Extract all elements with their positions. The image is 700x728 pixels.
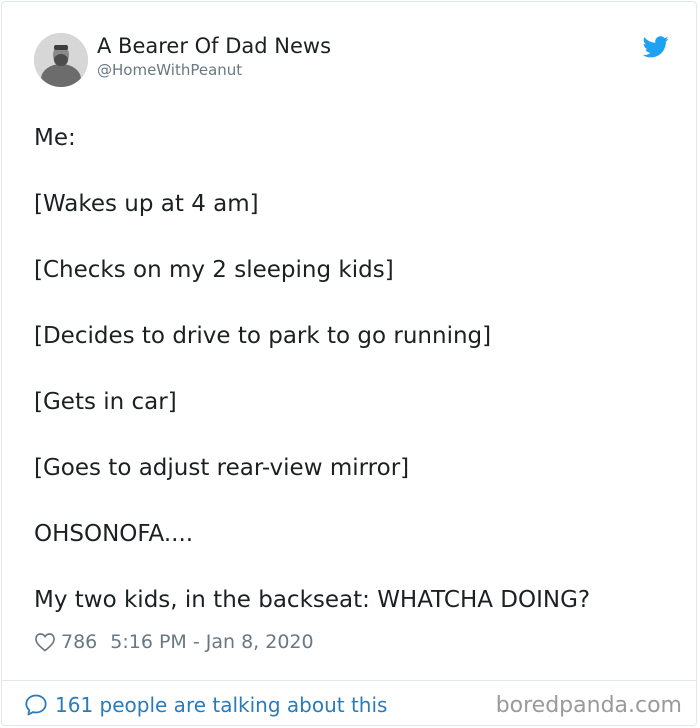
speech-bubble-icon bbox=[25, 694, 47, 716]
tweet-card: A Bearer Of Dad News @HomeWithPeanut Me:… bbox=[1, 1, 697, 726]
tweet-text: Me: [Wakes up at 4 am] [Checks on my 2 s… bbox=[34, 122, 674, 650]
avatar-photo-icon bbox=[34, 33, 88, 87]
like-count[interactable]: 786 bbox=[61, 631, 97, 653]
tweet-line: OHSONOFA.... bbox=[34, 521, 194, 547]
tweet-meta: 786 5:16 PM - Jan 8, 2020 bbox=[34, 629, 314, 655]
tweet-line: [Checks on my 2 sleeping kids] bbox=[34, 257, 394, 283]
avatar[interactable] bbox=[34, 33, 88, 87]
conversation-text: 161 people are talking about this bbox=[55, 693, 388, 717]
timestamp[interactable]: 5:16 PM - Jan 8, 2020 bbox=[110, 631, 313, 653]
heart-icon[interactable] bbox=[34, 632, 56, 652]
twitter-bird-icon[interactable] bbox=[643, 36, 669, 58]
divider bbox=[2, 680, 696, 681]
user-handle[interactable]: @HomeWithPeanut bbox=[97, 61, 242, 79]
tweet-line: [Gets in car] bbox=[34, 389, 177, 415]
conversation-link[interactable]: 161 people are talking about this bbox=[24, 691, 387, 719]
tweet-line: [Wakes up at 4 am] bbox=[34, 191, 259, 217]
tweet-line: [Decides to drive to park to go running] bbox=[34, 323, 492, 349]
tweet-line: My two kids, in the backseat: WHATCHA DO… bbox=[34, 587, 591, 613]
tweet-line: [Goes to adjust rear-view mirror] bbox=[34, 455, 410, 481]
watermark: boredpanda.com bbox=[495, 693, 682, 718]
tweet-line: Me: bbox=[34, 125, 76, 151]
display-name[interactable]: A Bearer Of Dad News bbox=[97, 34, 331, 58]
